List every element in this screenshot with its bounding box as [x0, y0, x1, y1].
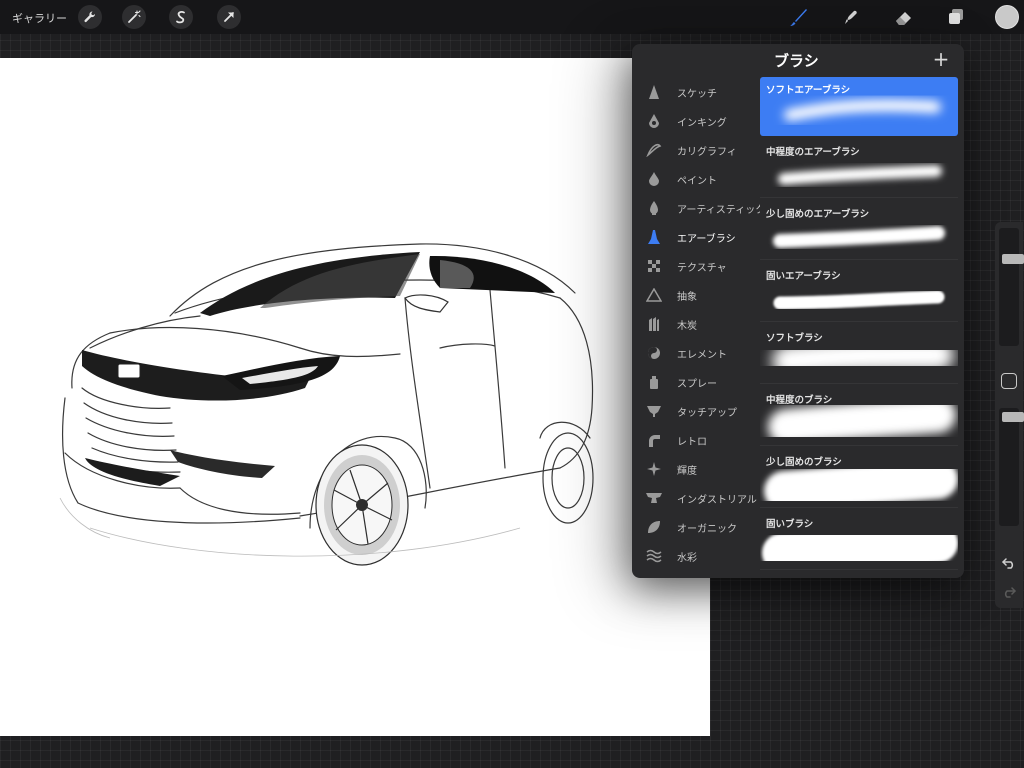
gallery-button[interactable]: ギャラリー	[12, 10, 67, 26]
category-label: スケッチ	[677, 88, 717, 100]
paint-drop-icon	[646, 171, 662, 187]
category-spray[interactable]: スプレー	[632, 369, 758, 395]
brush-stroke-preview	[778, 165, 942, 185]
brush-size-thumb[interactable]	[1002, 254, 1024, 264]
category-retro[interactable]: レトロ	[632, 427, 758, 453]
category-label: オーガニック	[677, 523, 737, 535]
category-label: インキング	[677, 117, 727, 129]
brush-item[interactable]: 少し固めのエアーブラシ	[760, 201, 958, 260]
category-label: エアーブラシ	[677, 233, 736, 245]
artistic-icon	[646, 200, 662, 216]
category-label: 輝度	[677, 465, 697, 477]
car-sketch-illustration	[59, 243, 594, 566]
charcoal-icon	[646, 316, 662, 332]
category-luminance[interactable]: 輝度	[632, 456, 758, 482]
wrench-icon[interactable]	[78, 5, 102, 29]
brush-item[interactable]: ソフトエアーブラシ	[760, 77, 958, 136]
touchup-icon	[646, 403, 662, 419]
category-label: スプレー	[677, 378, 717, 390]
category-inking[interactable]: インキング	[632, 108, 758, 134]
magic-wand-icon[interactable]	[122, 5, 146, 29]
redo-icon[interactable]	[1001, 584, 1017, 600]
layers-icon[interactable]	[943, 4, 969, 30]
category-label: インダストリアル	[677, 494, 757, 506]
brush-stroke-preview	[764, 459, 958, 507]
abstract-triangle-icon	[646, 287, 662, 303]
undo-icon[interactable]	[1001, 555, 1017, 571]
brush-item[interactable]: 中程度のブラシ	[760, 387, 958, 446]
eraser-icon[interactable]	[890, 4, 916, 30]
retro-icon	[646, 432, 662, 448]
category-label: タッチアップ	[677, 407, 737, 419]
category-organic[interactable]: オーガニック	[632, 514, 758, 540]
category-watercolor[interactable]: 水彩	[632, 543, 758, 569]
category-artistic[interactable]: アーティスティック	[632, 195, 765, 221]
selection-icon[interactable]	[169, 5, 193, 29]
category-industrial[interactable]: インダストリアル	[632, 485, 758, 511]
brush-icon[interactable]	[785, 4, 811, 30]
luminance-sparkle-icon	[646, 461, 662, 477]
brush-item[interactable]: ソフトブラシ	[760, 325, 958, 384]
category-label: カリグラフィ	[677, 146, 737, 158]
category-sketch[interactable]: スケッチ	[632, 79, 758, 105]
panel-title: ブラシ	[774, 52, 819, 70]
brush-stroke-preview	[772, 339, 954, 377]
color-picker-button[interactable]	[995, 5, 1019, 29]
category-touchup[interactable]: タッチアップ	[632, 398, 758, 424]
water-waves-icon	[646, 548, 662, 564]
category-abstract[interactable]: 抽象	[632, 282, 758, 308]
brush-size-slider[interactable]	[999, 228, 1024, 346]
category-charcoal[interactable]: 木炭	[632, 311, 758, 337]
category-paint[interactable]: ペイント	[632, 166, 758, 192]
leaf-icon	[646, 519, 662, 535]
category-calligraphy[interactable]: カリグラフィ	[632, 137, 758, 163]
brush-stroke-preview	[784, 99, 941, 121]
brush-item[interactable]: 中程度のエアーブラシ	[760, 139, 958, 198]
brush-item[interactable]: 固いエアーブラシ	[760, 263, 958, 322]
ink-drop-icon	[646, 113, 662, 129]
category-label: 木炭	[677, 320, 697, 332]
add-brush-button[interactable]: +	[932, 48, 950, 70]
brush-stroke-preview	[773, 290, 945, 310]
smudge-icon[interactable]	[838, 4, 864, 30]
brush-item[interactable]: 少し固めのブラシ	[760, 449, 958, 508]
airbrush-icon	[646, 229, 662, 245]
category-element[interactable]: エレメント	[632, 340, 758, 366]
side-controls	[995, 222, 1024, 608]
category-label: ペイント	[677, 175, 717, 187]
calligraphy-icon	[646, 142, 662, 158]
category-label: レトロ	[677, 436, 707, 448]
opacity-slider[interactable]	[999, 408, 1024, 526]
category-label: テクスチャ	[677, 262, 727, 274]
texture-icon	[646, 258, 662, 274]
anvil-icon	[646, 490, 662, 506]
category-label: 水彩	[677, 552, 697, 564]
element-yinyang-icon	[646, 345, 662, 361]
brush-library-panel: ブラシ + スケッチ インキング カリグラフィ ペイント アーティスティック エ…	[632, 44, 964, 578]
category-airbrush[interactable]: エアーブラシ	[632, 224, 758, 250]
drawing-canvas[interactable]	[0, 58, 710, 736]
pencil-tip-icon	[646, 84, 662, 100]
opacity-thumb[interactable]	[1002, 412, 1024, 422]
brush-stroke-preview	[773, 226, 945, 248]
category-label: アーティスティック	[677, 204, 766, 216]
top-toolbar: ギャラリー	[0, 0, 1024, 34]
spray-can-icon	[646, 374, 662, 390]
category-texture[interactable]: テクスチャ	[632, 253, 758, 279]
brush-stroke-preview	[768, 397, 956, 445]
brush-stroke-preview	[762, 523, 958, 569]
category-label: 抽象	[677, 291, 697, 303]
brush-item[interactable]: 固いブラシ	[760, 511, 958, 570]
modify-button[interactable]	[1001, 373, 1017, 389]
transform-arrow-icon[interactable]	[217, 5, 241, 29]
category-label: エレメント	[677, 349, 727, 361]
